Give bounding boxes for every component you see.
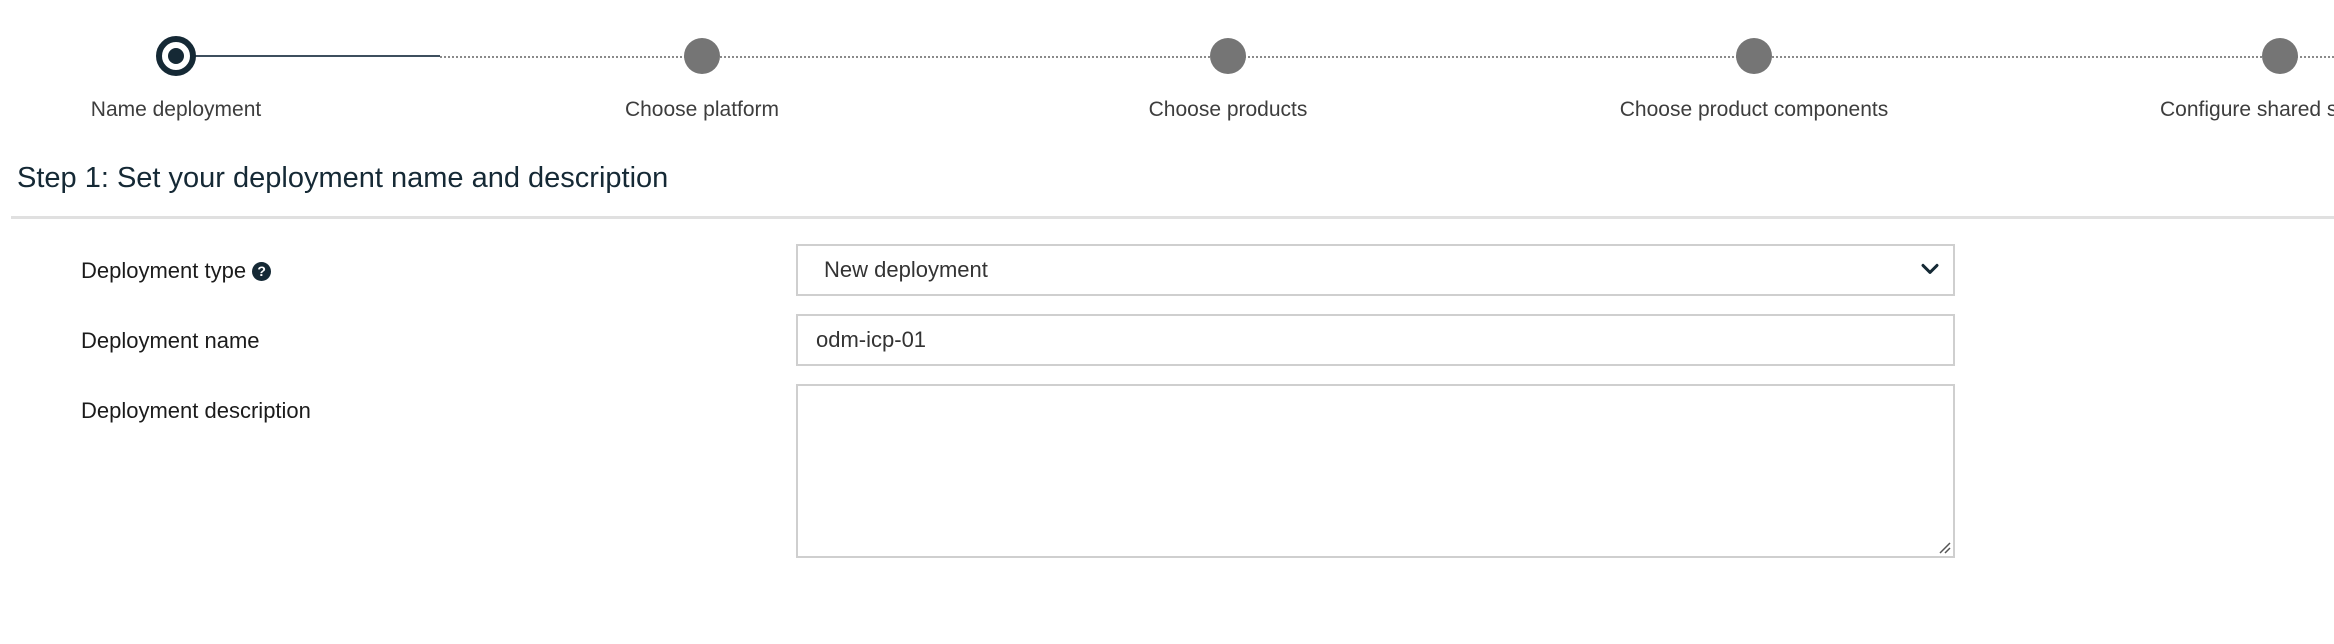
deployment-description-label: Deployment description (81, 398, 311, 424)
step-name-deployment[interactable]: Name deployment (0, 0, 376, 130)
step-marker (2262, 38, 2298, 74)
deployment-type-label-text: Deployment type (81, 258, 247, 283)
step-label: Choose platform (624, 98, 780, 121)
deployment-type-label: Deployment type ? (81, 258, 272, 284)
question-circle-icon[interactable]: ? (252, 261, 272, 281)
step-marker (684, 38, 720, 74)
page-title: Step 1: Set your deployment name and des… (17, 162, 669, 194)
progress-stepper: Name deployment Choose platform Choose p… (0, 0, 2334, 150)
deployment-type-value: New deployment (824, 257, 988, 282)
step-choose-product-components[interactable]: Choose product components (1554, 0, 1954, 130)
step-choose-products[interactable]: Choose products (1028, 0, 1428, 130)
step-marker (1210, 38, 1246, 74)
deployment-description-textarea[interactable] (796, 384, 1955, 558)
step-choose-platform[interactable]: Choose platform (502, 0, 902, 130)
deployment-description-label-text: Deployment description (81, 398, 311, 423)
step-label: Configure shared s (2160, 98, 2334, 121)
step-configure-shared[interactable]: Configure shared s (2080, 0, 2334, 130)
deployment-type-select[interactable]: New deployment (796, 244, 1955, 296)
deployment-name-label: Deployment name (81, 328, 260, 354)
step-label: Choose product components (1619, 98, 1889, 121)
step-label: Name deployment (90, 98, 262, 121)
step-current-marker (156, 36, 196, 76)
deployment-name-value: odm-icp-01 (816, 327, 927, 352)
deployment-name-input[interactable]: odm-icp-01 (796, 314, 1955, 366)
resize-handle-icon[interactable] (1937, 540, 1951, 554)
step-marker (1736, 38, 1772, 74)
section-divider (11, 216, 2334, 219)
step-label: Choose products (1148, 98, 1308, 121)
chevron-down-icon (1921, 263, 1939, 274)
deployment-name-label-text: Deployment name (81, 328, 260, 353)
